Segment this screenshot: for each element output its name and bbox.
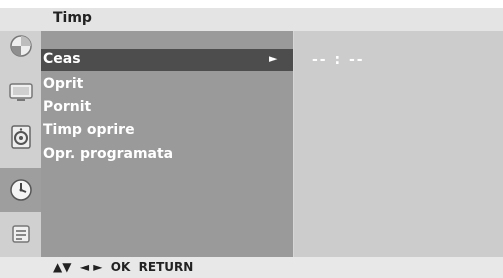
menu-item-timp-oprire[interactable]: Timp oprire (41, 120, 293, 142)
arrow-right-icon: ► (269, 52, 278, 65)
menu-item-label: Timp oprire (43, 122, 135, 138)
menu-item-pornit[interactable]: Pornit (41, 97, 293, 119)
menu-item-label: Oprit (43, 76, 84, 92)
tv-icon (8, 83, 33, 101)
menu-list: Ceas ► Oprit Pornit Timp oprire Opr. pro… (41, 31, 293, 257)
clock-icon (9, 179, 32, 201)
speaker-icon (10, 125, 31, 149)
header-bar: Timp (0, 8, 503, 31)
menu-item-opr-programata[interactable]: Opr. programata (41, 144, 293, 166)
setup-icon (11, 225, 30, 243)
value-panel: -- : -- (294, 31, 503, 257)
menu-item-ceas[interactable]: Ceas ► (41, 49, 293, 71)
menu-window: Ceas ► Oprit Pornit Timp oprire Opr. pro… (0, 31, 503, 257)
picture-icon (9, 35, 32, 57)
sidebar-tab-tv[interactable] (5, 77, 36, 107)
sidebar-tab-time[interactable] (0, 168, 41, 212)
sidebar-tab-setup[interactable] (5, 219, 36, 249)
navigation-hint: ▲▼ ◄ ► OK RETURN (53, 260, 194, 274)
page-title: Timp (53, 10, 92, 26)
footer-bar: ▲▼ ◄ ► OK RETURN (0, 257, 503, 278)
sidebar (0, 31, 41, 257)
sidebar-tab-picture[interactable] (5, 31, 36, 61)
menu-item-label: Opr. programata (43, 146, 174, 162)
menu-item-label: Ceas (43, 51, 81, 67)
menu-item-oprit[interactable]: Oprit (41, 74, 293, 96)
clock-value: -- : -- (312, 52, 365, 68)
menu-item-label: Pornit (43, 99, 92, 115)
sidebar-tab-audio[interactable] (5, 122, 36, 152)
